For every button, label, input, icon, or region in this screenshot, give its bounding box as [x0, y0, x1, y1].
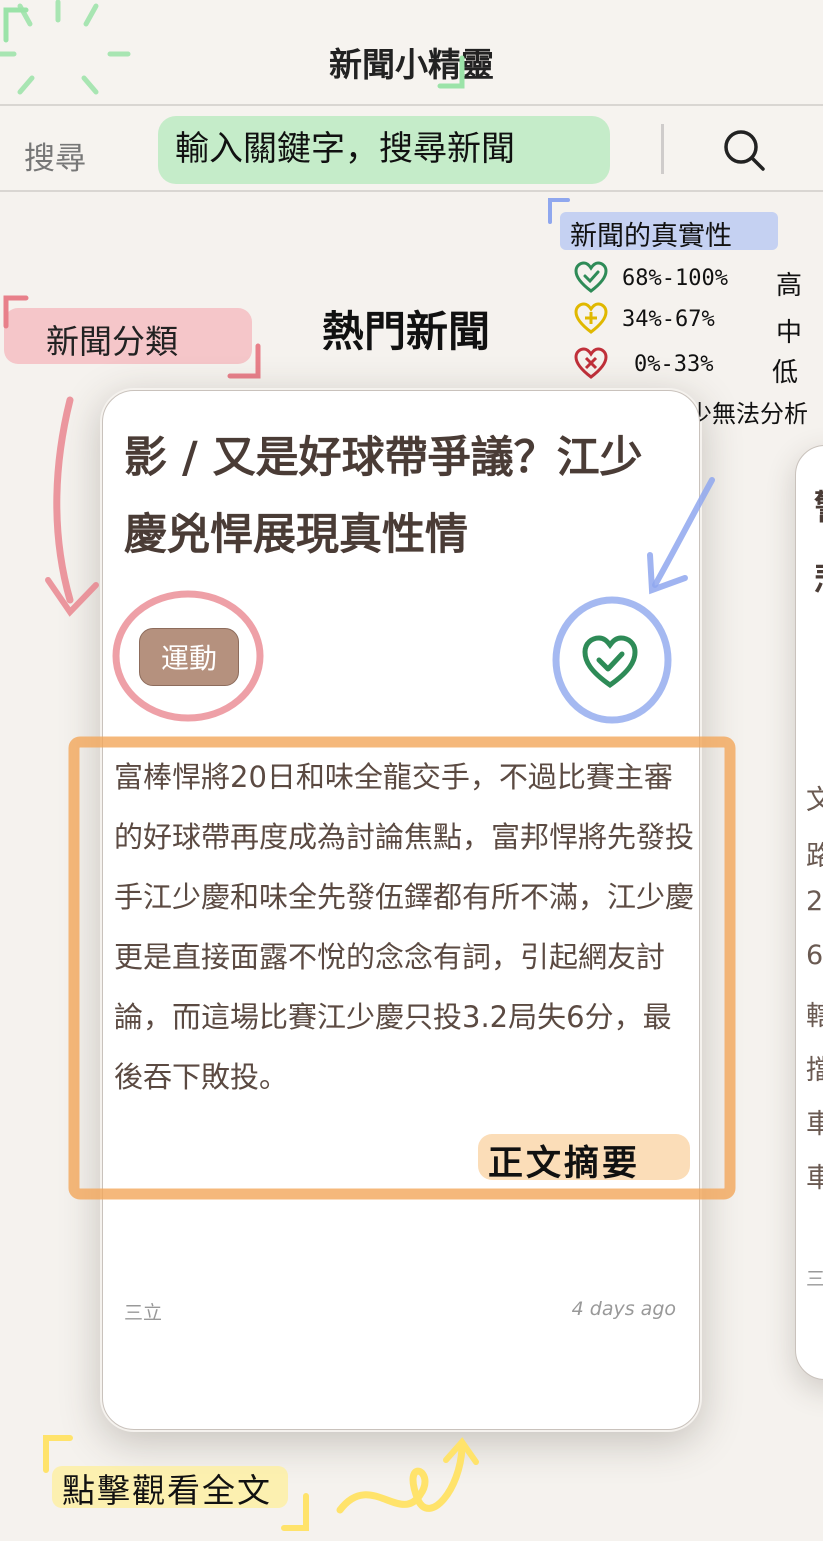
legend-level-mid: 中 — [776, 318, 803, 348]
next-card-title-char: 悲 — [814, 552, 823, 601]
legend-range-low: 0%-33% — [634, 351, 714, 377]
next-card-text: 2 — [806, 886, 823, 917]
search-label: 搜尋 — [24, 141, 86, 177]
next-card-title-char: 警 — [814, 480, 823, 529]
news-time: 4 days ago — [571, 1298, 676, 1320]
search-input[interactable] — [175, 129, 605, 169]
heart-plus-icon — [574, 302, 608, 334]
heart-check-icon — [574, 261, 608, 293]
search-button[interactable] — [716, 122, 772, 178]
legend-row-mid: 34%-67% — [574, 301, 715, 337]
news-source: 三立 — [124, 1302, 163, 1324]
heart-x-icon — [574, 347, 608, 379]
news-title: 影 / 又是好球帶爭議？江少慶兇悍展現真性情 — [124, 433, 643, 560]
category-badge[interactable]: 運動 — [139, 628, 239, 686]
read-full-article-link[interactable]: 點擊觀看全文 — [62, 1464, 272, 1512]
section-title: 熱門新聞 — [322, 307, 491, 356]
search-divider — [661, 124, 664, 174]
heart-check-icon — [582, 635, 638, 689]
legend-level-high: 高 — [776, 271, 803, 301]
legend-row-low: 0%-33% — [574, 346, 713, 382]
next-card-text: 6 — [806, 940, 823, 971]
legend-level-low: 低 — [772, 358, 799, 388]
next-card-text: 文 — [806, 785, 823, 816]
next-card-text: 路 — [806, 841, 823, 872]
legend-range-mid: 34%-67% — [622, 306, 715, 332]
category-label: 新聞分類 — [46, 322, 178, 361]
next-card-text: 車 — [806, 1163, 823, 1194]
next-card-source: 三 — [806, 1268, 823, 1290]
legend-title: 新聞的真實性 — [570, 221, 732, 252]
next-card-text: 轄 — [806, 1001, 823, 1032]
news-summary: 富棒悍將20日和味全龍交手，不過比賽主審的好球帶再度成為討論焦點，富邦悍將先發投… — [114, 760, 695, 1094]
search-icon — [724, 130, 765, 171]
next-card-text: 車 — [806, 1109, 823, 1140]
summary-tag: 正文摘要 — [488, 1144, 641, 1184]
legend-row-high: 68%-100% — [574, 260, 728, 296]
app-title: 新聞小精靈 — [329, 45, 494, 84]
next-card-text: 擋 — [806, 1055, 823, 1086]
legend-range-high: 68%-100% — [622, 265, 728, 291]
